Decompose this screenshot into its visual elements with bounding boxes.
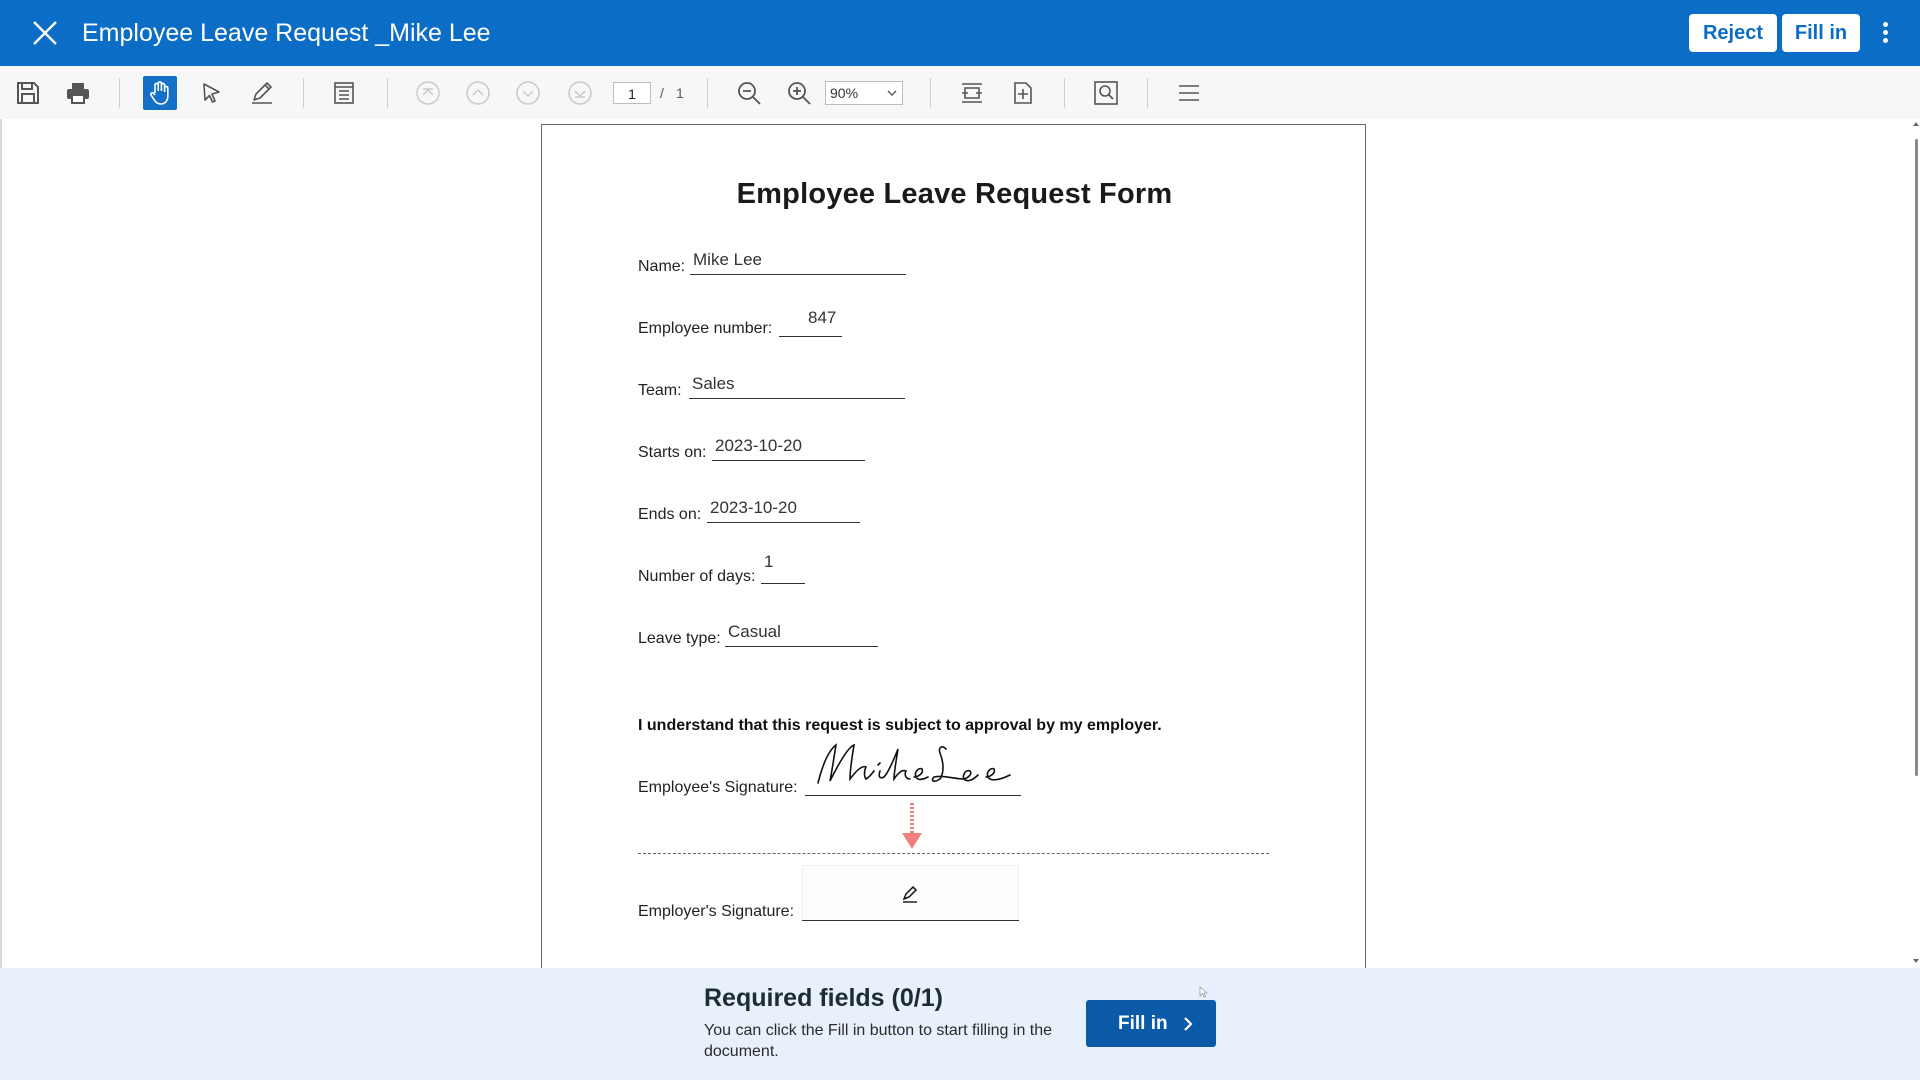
fill-in-header-button[interactable]: Fill in [1782, 14, 1860, 52]
zoom-out-button[interactable] [732, 76, 766, 110]
thumbnails-button[interactable] [327, 76, 361, 110]
annotate-button[interactable] [245, 76, 279, 110]
team-value: Sales [692, 374, 735, 393]
leave-type-value: Casual [728, 622, 781, 641]
fit-width-icon [962, 83, 982, 103]
menu-icon [1179, 85, 1199, 101]
page-number-input[interactable]: 1 [613, 82, 651, 104]
document-viewer[interactable]: Employee Leave Request Form Name: Mike L… [0, 119, 1920, 968]
close-icon [33, 21, 57, 45]
annotate-pen-icon [252, 82, 272, 104]
next-page-button[interactable] [511, 76, 545, 110]
employee-number-value: 847 [808, 308, 837, 327]
reject-button[interactable]: Reject [1689, 14, 1777, 52]
hand-tool-icon [150, 81, 169, 105]
starts-on-value: 2023-10-20 [715, 436, 802, 455]
ends-on-label: Ends on: [638, 506, 702, 523]
employer-signature-field[interactable] [802, 865, 1019, 921]
save-button[interactable] [11, 76, 45, 110]
ends-on-value: 2023-10-20 [710, 498, 797, 517]
fit-width-button[interactable] [955, 76, 989, 110]
print-icon [67, 83, 89, 104]
fit-page-icon [1014, 82, 1032, 104]
last-page-icon [568, 81, 592, 105]
previous-page-icon [466, 81, 490, 105]
hand-tool-button[interactable] [143, 76, 177, 110]
menu-button[interactable] [1172, 76, 1206, 110]
title-bar: Employee Leave Request _Mike Lee Reject … [0, 0, 1920, 66]
vertical-scrollbar[interactable] [1912, 119, 1920, 968]
zoom-in-button[interactable] [782, 76, 816, 110]
first-page-icon [416, 81, 440, 105]
save-icon [17, 82, 39, 104]
number-of-days-label: Number of days: [638, 568, 756, 585]
required-fields-bar: Required fields (0/1) You can click the … [0, 968, 1920, 1080]
zoom-value: 90% [830, 85, 859, 101]
team-label: Team: [638, 382, 682, 399]
print-button[interactable] [61, 76, 95, 110]
section-divider [638, 853, 1269, 854]
leave-type-label: Leave type: [638, 630, 721, 647]
viewer-toolbar: 1 / 1 90% [0, 66, 1920, 119]
zoom-in-icon [788, 82, 811, 105]
select-tool-icon [203, 83, 220, 103]
required-fields-description: You can click the Fill in button to star… [704, 1022, 1053, 1060]
document-page: Employee Leave Request Form Name: Mike L… [541, 124, 1366, 968]
page-separator: / [660, 85, 664, 101]
more-options-button[interactable] [1876, 20, 1894, 48]
zoom-select[interactable]: 90% [825, 81, 903, 105]
zoom-out-icon [738, 82, 761, 105]
thumbnails-icon [334, 82, 354, 104]
name-value: Mike Lee [693, 250, 762, 269]
starts-on-label: Starts on: [638, 444, 707, 461]
search-button[interactable] [1089, 76, 1123, 110]
fill-in-button[interactable]: Fill in [1086, 1000, 1216, 1047]
mouse-cursor-icon [1199, 986, 1208, 998]
name-label: Name: [638, 258, 686, 275]
fill-in-button-label: Fill in [1118, 1013, 1168, 1034]
arrow-down-icon [902, 803, 922, 849]
page-total: 1 [676, 85, 684, 101]
kebab-icon [1876, 22, 1894, 43]
approval-statement: I understand that this request is subjec… [638, 717, 1162, 734]
signature-pen-icon [902, 885, 918, 903]
employee-signature-label: Employee's Signature: [638, 779, 798, 796]
scroll-thumb[interactable] [1915, 139, 1918, 776]
employee-number-label: Employee number: [638, 320, 773, 337]
chevron-down-icon [887, 90, 897, 96]
document-title: Employee Leave Request _Mike Lee [82, 19, 491, 47]
last-page-button[interactable] [563, 76, 597, 110]
chevron-right-icon [1184, 1017, 1193, 1031]
scroll-down-arrow[interactable] [1913, 959, 1919, 963]
next-page-icon [516, 81, 540, 105]
employee-signature-image [817, 743, 1011, 784]
number-of-days-value: 1 [764, 552, 774, 571]
previous-page-button[interactable] [461, 76, 495, 110]
fit-page-button[interactable] [1006, 76, 1040, 110]
select-tool-button[interactable] [195, 76, 229, 110]
form-title: Employee Leave Request Form [736, 178, 1173, 210]
close-button[interactable] [28, 18, 62, 48]
search-icon [1094, 81, 1118, 105]
scroll-up-arrow[interactable] [1913, 122, 1919, 126]
required-fields-title: Required fields (0/1) [704, 984, 943, 1012]
first-page-button[interactable] [411, 76, 445, 110]
employer-signature-label: Employer's Signature: [638, 903, 795, 920]
viewer-border [0, 119, 2, 968]
